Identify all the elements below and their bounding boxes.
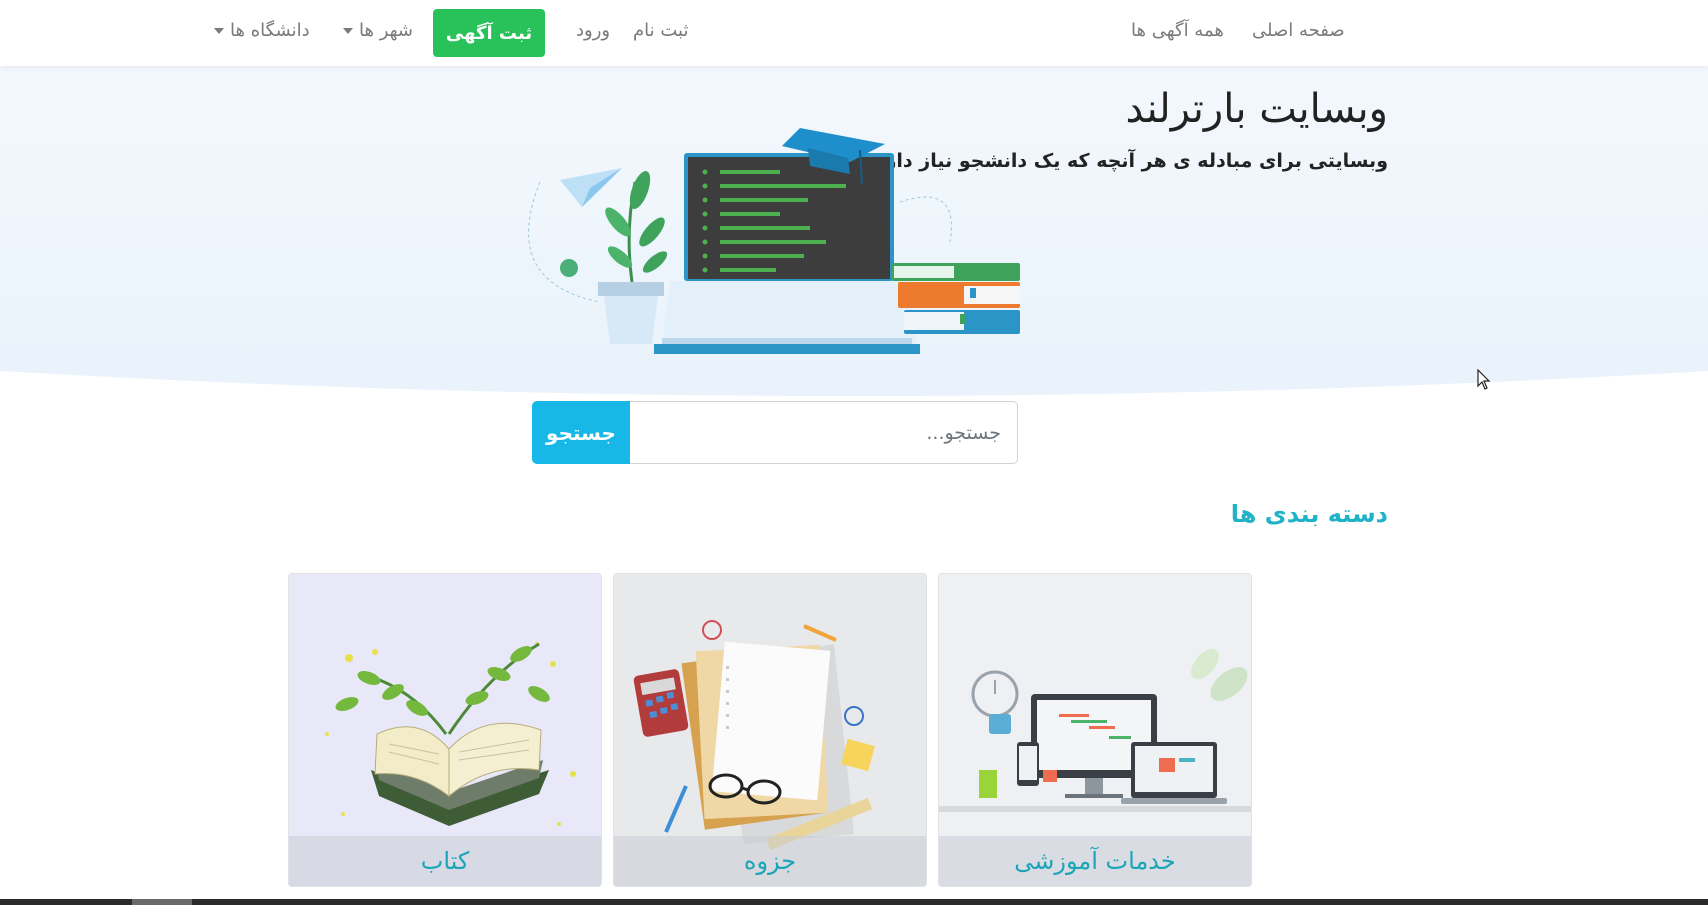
cities-label: شهر ها <box>359 20 414 41</box>
laptop-illustration <box>528 128 1020 354</box>
category-label: خدمات آموزشی <box>939 836 1251 886</box>
search-input[interactable] <box>630 401 1018 464</box>
search-group: جستجو <box>532 401 1018 464</box>
category-label: کتاب <box>289 836 601 886</box>
chevron-down-icon <box>343 28 353 34</box>
horizontal-scrollbar[interactable] <box>0 899 1708 905</box>
chevron-down-icon <box>214 28 224 34</box>
universities-dropdown[interactable]: دانشگاه ها <box>214 20 310 41</box>
nav-login-link[interactable]: ورود <box>576 20 610 41</box>
category-label: جزوه <box>614 836 926 886</box>
post-ad-button[interactable]: ثبت آگهی <box>433 9 545 57</box>
cities-dropdown[interactable]: شهر ها <box>343 20 413 41</box>
mouse-cursor-icon <box>1477 369 1491 390</box>
nav-all-ads-link[interactable]: همه آگهی ها <box>1131 20 1224 41</box>
categories-title: دسته بندی ها <box>1230 500 1388 528</box>
universities-label: دانشگاه ها <box>230 20 310 41</box>
category-card-notes[interactable]: جزوه <box>613 573 927 887</box>
search-button[interactable]: جستجو <box>532 401 630 464</box>
nav-home-link[interactable]: صفحه اصلی <box>1252 20 1345 41</box>
top-navbar: صفحه اصلی همه آگهی ها ثبت نام ورود ثبت آ… <box>0 0 1708 66</box>
nav-signup-link[interactable]: ثبت نام <box>633 20 688 41</box>
category-card-education[interactable]: خدمات آموزشی <box>938 573 1252 887</box>
category-card-book[interactable]: کتاب <box>288 573 602 887</box>
hero-title: وبسایت بارترلند <box>1125 86 1388 132</box>
scrollbar-thumb[interactable] <box>132 899 192 905</box>
